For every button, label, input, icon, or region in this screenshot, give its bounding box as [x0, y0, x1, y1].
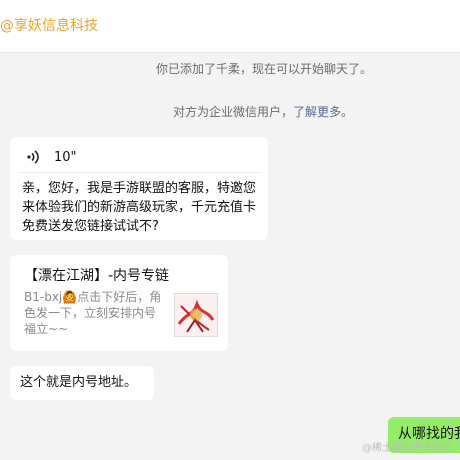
learn-more-link[interactable]: 了解更多 [293, 105, 341, 119]
system-message-text: 对方为企业微信用户， [173, 105, 294, 119]
game-thumbnail-image [175, 294, 217, 336]
voice-transcript: 亲，您好，我是手游联盟的客服，特邀您来体验我们的新游高级玩家，千元充值卡免费送发… [22, 181, 257, 234]
chat-header: @享妖信息科技 [0, 0, 460, 53]
system-message-suffix: 。 [341, 105, 354, 119]
chat-title: @享妖信息科技 [0, 18, 98, 34]
system-message-enterprise: 对方为企业微信用户，了解更多。 [173, 103, 353, 120]
voice-divider [18, 172, 260, 173]
voice-message-bubble[interactable]: 10" 亲，您好，我是手游联盟的客服，特邀您来体验我们的新游高级玩家，千元充值卡… [10, 137, 268, 240]
voice-duration: 10" [54, 149, 77, 165]
voice-play-row[interactable]: 10" [26, 147, 77, 167]
link-card[interactable]: 【漂在江湖】-内号专链 B1-bxj🙆点击下好后，角色发一下，立刻安排内号福立~… [10, 255, 228, 351]
link-card-title: 【漂在江湖】-内号专链 [24, 268, 170, 284]
link-card-description: B1-bxj🙆点击下好后，角色发一下，立刻安排内号福立~~ [24, 290, 162, 336]
system-message-added: 你已添加了千柔，现在可以开始聊天了。 [156, 60, 372, 77]
watermark: @稀土掘金技术社区 [362, 443, 452, 454]
text-message-bubble[interactable]: 这个就是内号地址。 [10, 366, 154, 400]
system-message-text: 你已添加了千柔，现在可以开始聊天了。 [156, 62, 373, 76]
text-message: 这个就是内号地址。 [20, 375, 138, 390]
link-card-thumbnail [174, 293, 218, 337]
voice-wave-icon[interactable] [26, 149, 42, 165]
